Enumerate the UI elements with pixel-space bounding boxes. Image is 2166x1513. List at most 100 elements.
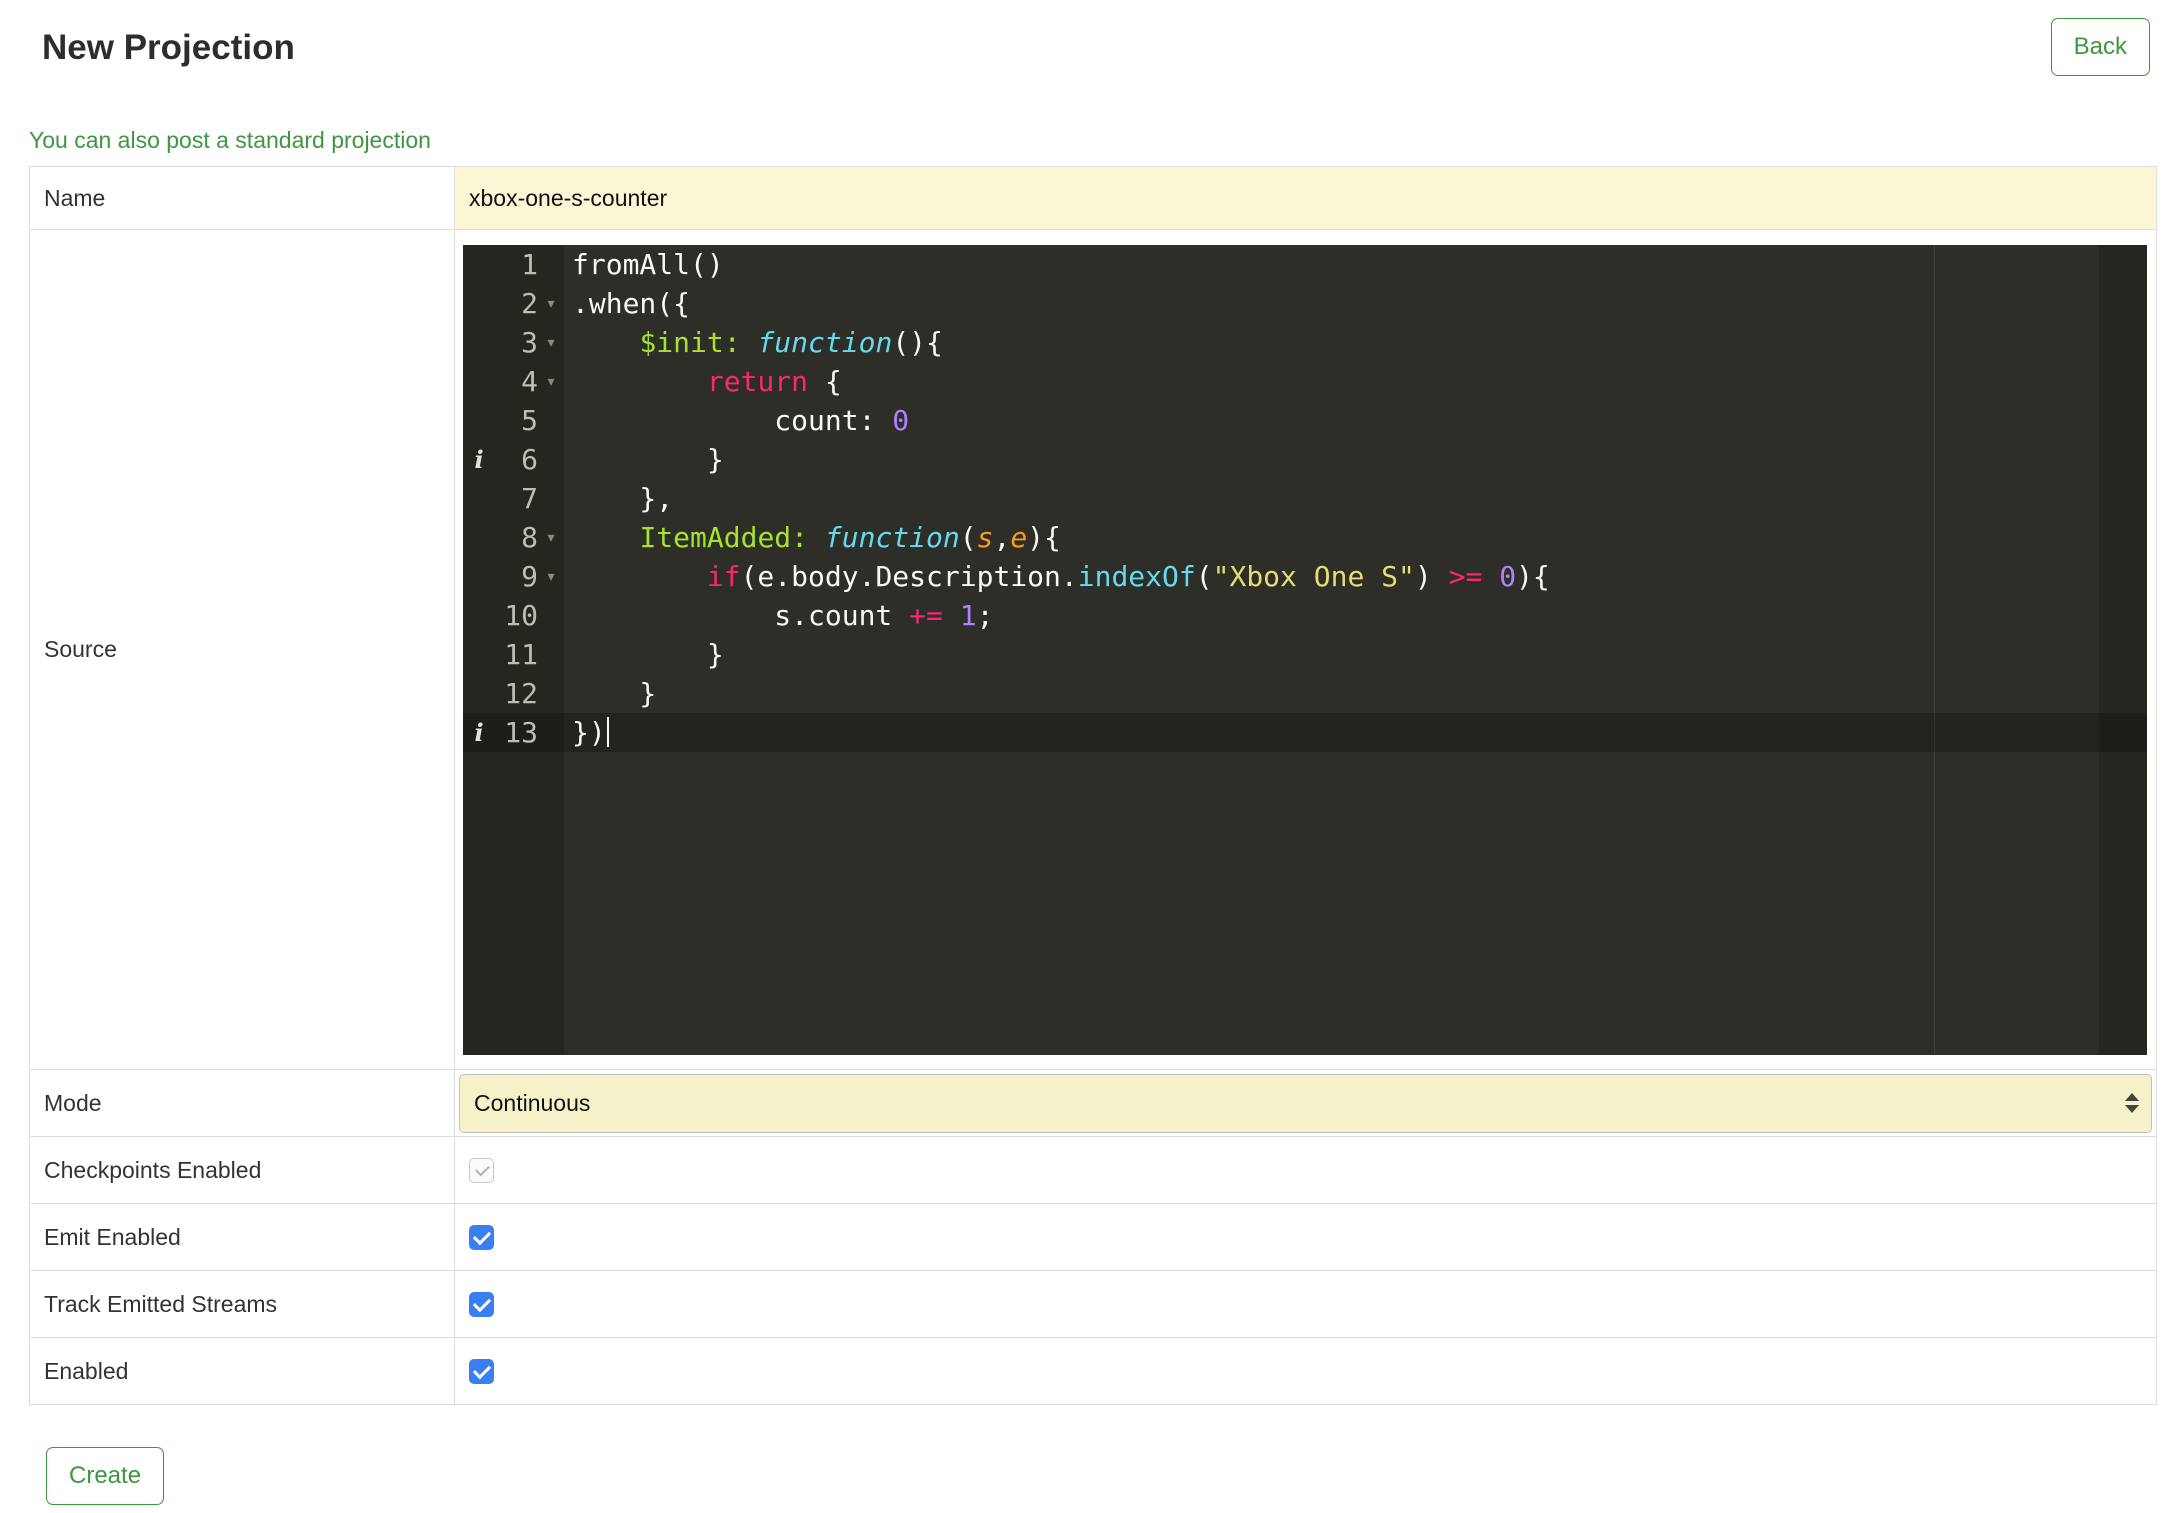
name-input[interactable]	[455, 167, 2156, 229]
enabled-label: Enabled	[29, 1337, 455, 1405]
line-number: 4	[521, 364, 538, 398]
table-row: Enabled	[29, 1337, 2157, 1405]
source-label: Source	[29, 229, 455, 1070]
projection-form-table: Name Source 1 fromAll()2▾.when({3▾ $init:…	[29, 166, 2157, 1405]
code-text: .when({	[572, 286, 691, 320]
fold-arrow-icon[interactable]: ▾	[538, 518, 564, 557]
info-icon	[463, 245, 495, 284]
info-icon	[463, 674, 495, 713]
checkpoints-enabled-checkbox	[469, 1157, 494, 1183]
code-line[interactable]: 4 ▾ return {	[463, 362, 2147, 401]
mode-select[interactable]: Continuous	[459, 1073, 2152, 1133]
line-number: 11	[504, 637, 538, 671]
line-number: 1	[521, 247, 538, 281]
line-number: 5	[521, 403, 538, 437]
line-number: 6	[521, 442, 538, 476]
table-row: Source 1 fromAll() 2 ▾ .when({3 ▾ $init: func…	[29, 229, 2157, 1070]
code-line[interactable]: 2 ▾ .when({	[463, 284, 2147, 323]
table-row: Track Emitted Streams	[29, 1270, 2157, 1338]
gutter-cell: 9 ▾	[463, 557, 564, 596]
code-line[interactable]: 12 }	[463, 674, 2147, 713]
info-icon	[463, 401, 495, 440]
fold-arrow-icon	[538, 596, 564, 635]
source-editor[interactable]: 1 fromAll() 2 ▾ .when({3 ▾ $init: function(){…	[463, 244, 2147, 1055]
info-icon	[463, 596, 495, 635]
table-row: Checkpoints Enabled	[29, 1136, 2157, 1204]
fold-arrow-icon[interactable]: ▾	[538, 557, 564, 596]
code-text: }	[572, 637, 724, 671]
fold-arrow-icon	[538, 479, 564, 518]
track-emitted-streams-cell	[454, 1270, 2157, 1338]
table-row: Mode Continuous	[29, 1069, 2157, 1137]
info-icon	[463, 284, 495, 323]
mode-value-cell: Continuous	[454, 1069, 2157, 1137]
code-line[interactable]: i6 }	[463, 440, 2147, 479]
fold-arrow-icon	[538, 401, 564, 440]
info-icon	[463, 635, 495, 674]
code-text: ItemAdded: function(s,e){	[639, 520, 1061, 554]
info-icon	[463, 518, 495, 557]
gutter-cell: 7	[463, 479, 564, 518]
fold-arrow-icon	[538, 635, 564, 674]
code-line[interactable]: 3 ▾ $init: function(){	[463, 323, 2147, 362]
line-number: 10	[504, 598, 538, 632]
fold-arrow-icon	[538, 245, 564, 284]
emit-enabled-label: Emit Enabled	[29, 1203, 455, 1271]
info-icon: i	[474, 444, 484, 474]
checkpoints-enabled-cell	[454, 1136, 2157, 1204]
info-icon: i	[474, 717, 484, 747]
page-header: New Projection Back	[0, 0, 2166, 76]
text-cursor	[606, 716, 609, 747]
track-emitted-streams-checkbox[interactable]	[469, 1291, 494, 1317]
page-title: New Projection	[42, 28, 295, 67]
create-button[interactable]: Create	[46, 1447, 165, 1505]
gutter-cell: 2 ▾	[463, 284, 564, 323]
table-row: Emit Enabled	[29, 1203, 2157, 1271]
gutter-cell: 5	[463, 401, 564, 440]
name-label: Name	[29, 166, 455, 230]
back-button[interactable]: Back	[2050, 18, 2150, 76]
gutter-cell: i 13	[463, 713, 564, 752]
source-editor-lines: 1 fromAll() 2 ▾ .when({3 ▾ $init: function(){…	[463, 245, 2147, 752]
info-icon	[463, 362, 495, 401]
standard-projection-link[interactable]: You can also post a standard projection	[29, 126, 431, 154]
code-text: },	[572, 481, 674, 515]
select-updown-arrows-icon	[2125, 1093, 2141, 1113]
code-line[interactable]: i 13})	[463, 712, 2147, 752]
fold-arrow-icon	[538, 713, 564, 752]
enabled-checkbox[interactable]	[469, 1358, 494, 1384]
fold-arrow-icon[interactable]: ▾	[538, 284, 564, 323]
enabled-cell	[454, 1337, 2157, 1405]
emit-enabled-cell	[454, 1203, 2157, 1271]
gutter-cell: 11	[463, 635, 564, 674]
code-line[interactable]: 5 count: 0	[463, 401, 2147, 440]
line-number: 12	[504, 676, 538, 710]
gutter-cell: 12	[463, 674, 564, 713]
fold-arrow-icon	[538, 674, 564, 713]
info-icon	[463, 323, 495, 362]
code-text: }	[572, 676, 657, 710]
emit-enabled-checkbox[interactable]	[469, 1224, 494, 1250]
code-text: fromAll()	[572, 247, 724, 281]
track-emitted-streams-label: Track Emitted Streams	[29, 1270, 455, 1338]
code-line[interactable]: 1 fromAll()	[463, 245, 2147, 284]
mode-label: Mode	[29, 1069, 455, 1137]
fold-arrow-icon[interactable]: ▾	[538, 323, 564, 362]
code-line[interactable]: 7 },	[463, 479, 2147, 518]
line-number: 7	[521, 481, 538, 515]
fold-arrow-icon[interactable]: ▾	[538, 362, 564, 401]
info-icon	[463, 557, 495, 596]
code-line[interactable]: 10 s.count += 1;	[463, 596, 2147, 635]
mode-select-value: Continuous	[474, 1089, 591, 1116]
code-line[interactable]: 9 ▾ if(e.body.Description.indexOf("Xbox O…	[463, 557, 2147, 596]
code-line[interactable]: 8 ▾ ItemAdded: function(s,e){	[463, 518, 2147, 557]
gutter-cell: 8 ▾	[463, 518, 564, 557]
code-text: count: 0	[572, 403, 910, 437]
code-line[interactable]: 11 }	[463, 635, 2147, 674]
code-text: s.count += 1;	[572, 598, 994, 632]
source-value-cell: 1 fromAll() 2 ▾ .when({3 ▾ $init: function(){…	[454, 229, 2157, 1070]
checkpoints-enabled-label: Checkpoints Enabled	[29, 1136, 455, 1204]
code-text: if(e.body.Description.indexOf("Xbox One …	[706, 559, 1550, 593]
line-number: 9	[521, 559, 538, 593]
code-text: return {	[706, 364, 842, 398]
